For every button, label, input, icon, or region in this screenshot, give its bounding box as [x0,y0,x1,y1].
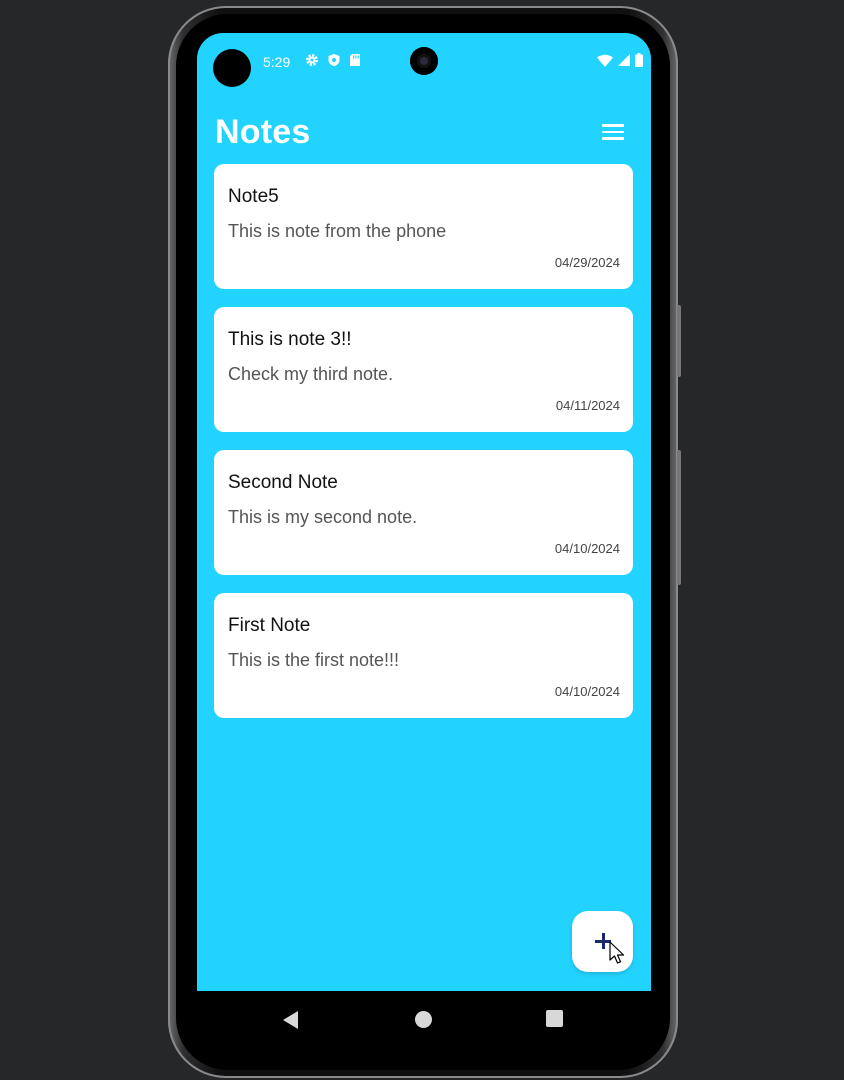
note-body: This is my second note. [228,507,418,527]
home-icon[interactable] [415,1011,432,1028]
cell-signal-icon [618,54,630,66]
navigation-bar [197,991,651,1051]
note-card[interactable]: First Note This is the first note!!! 04/… [214,593,633,718]
note-title: Note5 [228,186,279,207]
note-title: First Note [228,615,311,636]
note-date: 04/10/2024 [554,684,620,699]
front-camera [410,47,438,75]
add-note-button[interactable] [572,911,633,972]
note-date: 04/10/2024 [554,541,620,556]
note-card[interactable]: Second Note This is my second note. 04/1… [214,450,633,575]
battery-icon [635,53,643,67]
note-body: Check my third note. [228,364,394,384]
note-card[interactable]: This is note 3!! Check my third note. 04… [214,307,633,432]
back-icon[interactable] [283,1011,299,1029]
recents-icon[interactable] [546,1010,563,1027]
menu-icon[interactable] [602,124,624,140]
note-date: 04/11/2024 [555,398,620,413]
note-title: Second Note [228,472,338,493]
note-date: 04/29/2024 [554,255,620,270]
note-body: This is note from the phone [228,221,447,241]
sd-card-icon [350,54,360,66]
shield-icon [328,54,340,67]
side-button-power [677,305,681,377]
note-card[interactable]: Note5 This is note from the phone 04/29/… [214,164,633,289]
gear-icon [306,54,318,66]
wifi-icon [597,54,613,67]
status-bar: 5:29 [197,33,651,91]
camera-cutout [213,49,251,87]
note-body: This is the first note!!! [228,650,400,670]
note-title: This is note 3!! [228,329,352,350]
status-time: 5:29 [263,54,291,70]
app-screen: 5:29 Notes Note5 This is note from the p… [197,33,651,991]
mouse-cursor-icon [609,941,625,964]
page-title: Notes [215,113,311,151]
side-button-volume [677,450,681,585]
